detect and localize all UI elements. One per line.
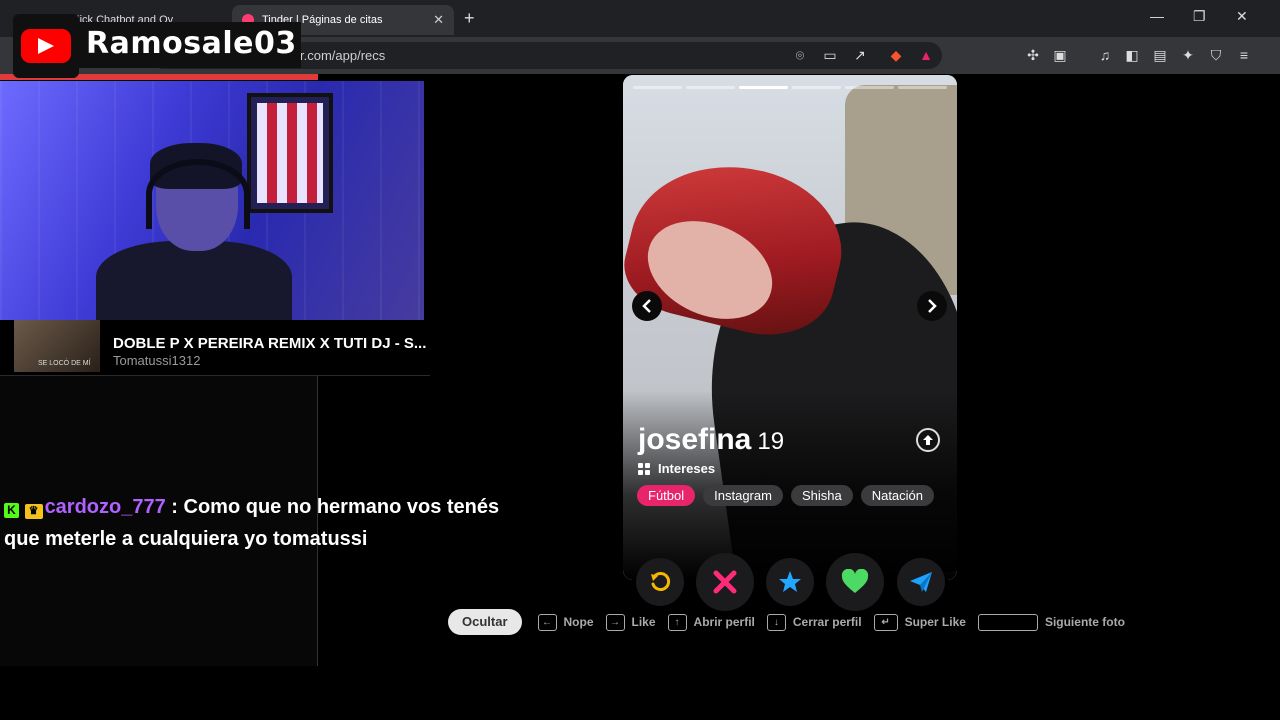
youtube-logo-icon bbox=[21, 29, 71, 63]
nope-button[interactable] bbox=[696, 553, 754, 611]
hint-label: Siguiente foto bbox=[1044, 615, 1125, 629]
channel-name: Ramosale03 bbox=[86, 26, 297, 61]
previous-photo-button[interactable] bbox=[632, 291, 662, 321]
webcam-feed bbox=[0, 81, 424, 320]
reader-icon[interactable]: ▣ bbox=[1052, 47, 1068, 63]
interests-header: Intereses bbox=[638, 461, 715, 476]
headset bbox=[146, 159, 250, 229]
super-like-star-icon bbox=[779, 571, 801, 592]
hint-like: → Like bbox=[605, 613, 656, 631]
framed-jersey bbox=[247, 93, 333, 213]
chat-message: K ♛ cardozo_777 : Como que no hermano vos… bbox=[4, 491, 524, 555]
streamer-body bbox=[96, 241, 292, 320]
album-art: SE LOCÓ DE MÍ bbox=[14, 320, 100, 372]
hide-hints-button[interactable]: Ocultar bbox=[448, 609, 522, 635]
kick-badge-icon: K bbox=[4, 503, 19, 518]
profile-name-row: josefina 19 bbox=[638, 423, 784, 457]
new-tab-button[interactable]: + bbox=[464, 8, 475, 29]
profile-age: 19 bbox=[757, 428, 785, 455]
youtube-badge bbox=[13, 14, 79, 78]
boost-send-icon bbox=[910, 572, 932, 592]
leo-ai-icon[interactable]: ✦ bbox=[1180, 47, 1196, 63]
arrow-up-icon bbox=[923, 435, 933, 445]
interest-chips: Fútbol Instagram Shisha Natación bbox=[637, 485, 937, 506]
photo-progress-segment[interactable] bbox=[739, 86, 788, 89]
media-icon[interactable]: ♫ bbox=[1097, 47, 1113, 63]
chat-separator: : bbox=[165, 496, 184, 518]
photo-progress-segment[interactable] bbox=[633, 86, 682, 89]
hint-label: Abrir perfil bbox=[693, 615, 755, 629]
hint-label: Super Like bbox=[904, 615, 966, 629]
song-title: DOBLE P X PEREIRA REMIX X TUTI DJ - S... bbox=[113, 335, 427, 352]
rewind-icon bbox=[651, 572, 671, 591]
like-heart-icon bbox=[841, 569, 869, 593]
menu-icon[interactable]: ≡ bbox=[1236, 47, 1252, 63]
interest-chip: Instagram bbox=[703, 485, 783, 506]
open-profile-button[interactable] bbox=[916, 428, 940, 452]
hint-next-photo: Siguiente foto bbox=[977, 613, 1125, 631]
hint-super-like: ↵ Super Like bbox=[873, 613, 966, 631]
location-icon[interactable]: ⌾ bbox=[792, 47, 808, 63]
now-playing: SE LOCÓ DE MÍ DOBLE P X PEREIRA REMIX X … bbox=[0, 320, 430, 376]
restore-button[interactable]: ❐ bbox=[1193, 8, 1206, 25]
rewind-button[interactable] bbox=[636, 558, 684, 606]
photo-progress-segment[interactable] bbox=[792, 86, 841, 89]
enter-key-icon: ↵ bbox=[873, 613, 898, 631]
photo-progress-segment[interactable] bbox=[686, 86, 735, 89]
brave-rewards-icon[interactable]: ▲ bbox=[918, 47, 934, 63]
vpn-icon[interactable]: ⛉ bbox=[1208, 47, 1224, 63]
hint-label: Nope bbox=[563, 615, 594, 629]
hint-close-profile: ↓ Cerrar perfil bbox=[766, 613, 862, 631]
album-caption: SE LOCÓ DE MÍ bbox=[38, 360, 91, 367]
minimize-button[interactable]: — bbox=[1150, 8, 1164, 24]
photo-progress-segment[interactable] bbox=[898, 86, 947, 89]
keyboard-hints: Ocultar ← Nope → Like ↑ Abrir perfil ↓ C… bbox=[448, 609, 1137, 635]
photo-progress-segment[interactable] bbox=[845, 86, 894, 89]
hint-nope: ← Nope bbox=[537, 613, 594, 631]
boost-button[interactable] bbox=[897, 558, 945, 606]
cast-icon[interactable]: ▭ bbox=[822, 47, 838, 63]
nope-x-icon bbox=[713, 570, 737, 594]
wallet-icon[interactable]: ▤ bbox=[1152, 47, 1168, 63]
interests-grid-icon bbox=[638, 462, 650, 475]
interests-label: Intereses bbox=[658, 461, 716, 476]
hint-label: Like bbox=[631, 615, 656, 629]
profile-card[interactable]: josefina 19 Intereses Fútbol Instagram Sh… bbox=[623, 75, 957, 580]
hint-open-profile: ↑ Abrir perfil bbox=[667, 613, 755, 631]
left-arrow-key-icon: ← bbox=[537, 613, 557, 631]
profile-name: josefina bbox=[638, 423, 752, 456]
extensions-icon[interactable]: ✣ bbox=[1025, 47, 1041, 63]
chevron-left-icon bbox=[642, 299, 651, 313]
right-arrow-key-icon: → bbox=[605, 613, 625, 631]
chevron-right-icon bbox=[928, 299, 937, 313]
close-window-button[interactable]: ✕ bbox=[1236, 8, 1248, 25]
like-button[interactable] bbox=[826, 553, 884, 611]
chat-username: cardozo_777 bbox=[44, 496, 166, 518]
url-text: r.com/app/recs bbox=[300, 48, 386, 63]
interest-chip: Shisha bbox=[790, 485, 853, 506]
hint-label: Cerrar perfil bbox=[792, 615, 862, 629]
crown-badge-icon: ♛ bbox=[24, 504, 43, 519]
super-like-button[interactable] bbox=[766, 558, 814, 606]
interest-chip: Natación bbox=[860, 485, 935, 506]
down-arrow-key-icon: ↓ bbox=[766, 613, 786, 631]
share-icon[interactable]: ↗ bbox=[852, 47, 868, 63]
space-key-icon bbox=[977, 613, 1038, 631]
sidebar-icon[interactable]: ◧ bbox=[1124, 47, 1140, 63]
up-arrow-key-icon: ↑ bbox=[667, 613, 687, 631]
song-artist: Tomatussi1312 bbox=[113, 353, 201, 368]
interest-chip: Fútbol bbox=[637, 485, 696, 506]
next-photo-button[interactable] bbox=[917, 291, 947, 321]
brave-shield-icon[interactable]: ◆ bbox=[888, 47, 904, 63]
tab-close-icon[interactable]: ✕ bbox=[433, 12, 444, 28]
